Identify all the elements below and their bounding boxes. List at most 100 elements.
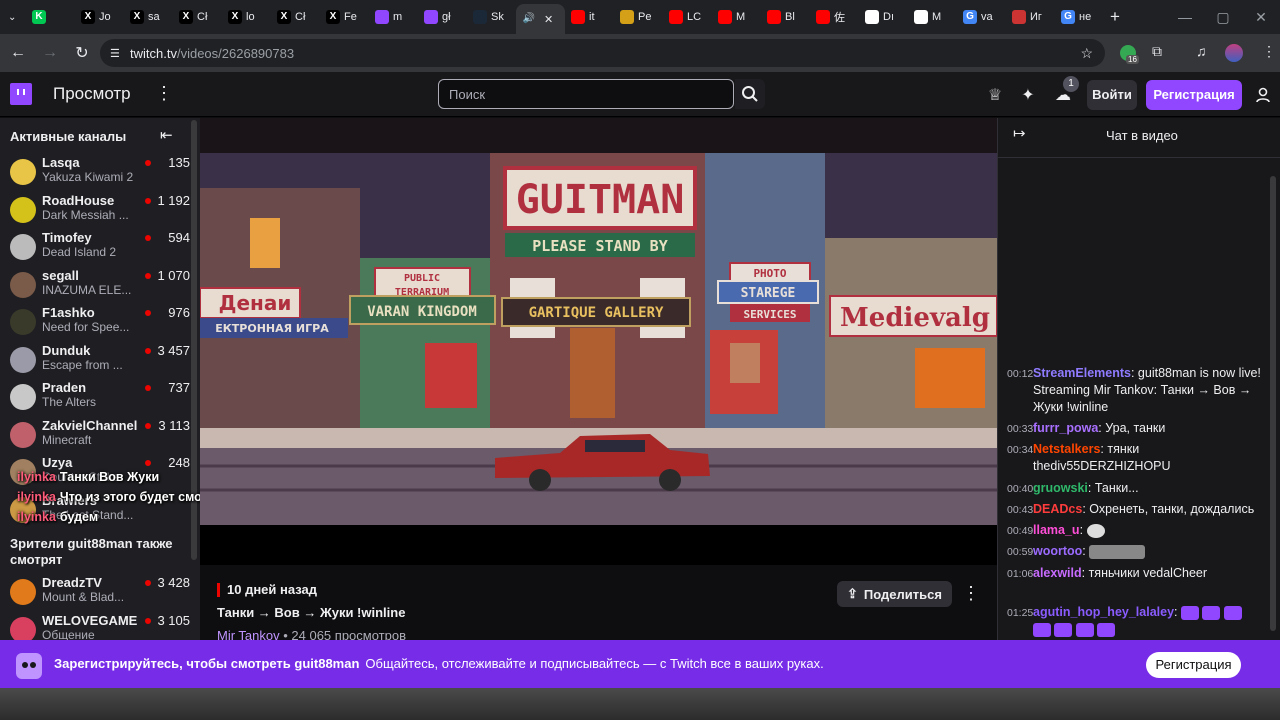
browser-tab[interactable]: X Cł: [173, 4, 222, 30]
chat-username[interactable]: StreamElements: [1033, 366, 1131, 380]
search-button[interactable]: [735, 79, 765, 109]
browser-tab[interactable]: X Jo: [75, 4, 124, 30]
video-player[interactable]: GUITMAN PLEASE STAND BY PUBLIC TERRARIUM…: [200, 118, 997, 565]
twitch-logo-icon[interactable]: [10, 83, 32, 105]
video-more-icon[interactable]: ⋮: [962, 583, 980, 604]
browser-tab[interactable]: LC: [663, 4, 712, 30]
profile-avatar[interactable]: [1225, 44, 1243, 62]
twitch-top-nav: Просмотр ⋮ Поиск ♕ ✦ ☁ 1 Войти Регистрац…: [0, 72, 1280, 117]
channel-avatar: [10, 196, 36, 223]
browser-tab[interactable]: 🔊 ✕: [516, 4, 565, 34]
expand-chat-icon[interactable]: ↦: [1013, 124, 1026, 142]
new-tab-button[interactable]: +: [1110, 7, 1120, 27]
sidebar-channel[interactable]: segall INAZUMA ELE... 1 070: [0, 268, 190, 305]
chat-username[interactable]: alexwild: [1033, 566, 1082, 580]
maximize-window-button[interactable]: ▢: [1204, 0, 1242, 34]
browser-tab[interactable]: X Fe: [320, 4, 369, 30]
browser-tab[interactable]: K: [26, 4, 75, 30]
overlay-chat-nick: ilyinka: [17, 490, 56, 504]
browser-tab[interactable]: M: [712, 4, 761, 30]
browser-tab[interactable]: Xlo: [222, 4, 271, 30]
register-button[interactable]: Регистрация: [1146, 80, 1242, 110]
channel-game: Escape from ...: [42, 357, 123, 372]
tab-label: lo: [246, 11, 255, 23]
tab-search-chevron-icon[interactable]: ⌄: [8, 12, 26, 23]
tab-label: M: [736, 11, 746, 23]
sidebar-channel[interactable]: Lasqa Yakuza Kiwami 2 135: [0, 155, 190, 192]
channel-avatar: [10, 616, 36, 640]
browser-tab[interactable]: 佐: [810, 4, 859, 30]
tab-favicon-icon: G: [1061, 10, 1075, 24]
sidebar-channel[interactable]: DreadzTV Mount & Blad... 3 428: [0, 575, 190, 612]
chat-timestamp: 00:12: [1007, 368, 1034, 380]
browser-tab[interactable]: m: [369, 4, 418, 30]
sidebar-channel[interactable]: RoadHouse Dark Messiah ... 1 192: [0, 193, 190, 230]
browser-tab[interactable]: M: [908, 4, 957, 30]
tab-favicon-icon: [571, 10, 585, 24]
browser-tab[interactable]: gł: [418, 4, 467, 30]
channel-avatar: [10, 309, 36, 335]
browser-tab[interactable]: Иг: [1006, 4, 1055, 30]
chat-username[interactable]: Netstalkers: [1033, 442, 1100, 456]
extensions-puzzle-icon[interactable]: ⧉: [1152, 43, 1162, 60]
browser-tab[interactable]: Sk: [467, 4, 516, 30]
tab-favicon-icon: [473, 10, 487, 24]
user-menu-icon[interactable]: [1252, 84, 1274, 106]
browse-link[interactable]: Просмотр: [53, 84, 131, 104]
chat-username[interactable]: llama_u: [1033, 523, 1080, 537]
site-info-icon[interactable]: ☰: [110, 47, 120, 60]
browser-menu-icon[interactable]: ⋮: [1262, 43, 1276, 60]
reload-button[interactable]: ↻: [68, 39, 96, 67]
live-dot-icon: [145, 310, 151, 316]
chat-message: 00:34 Netstalkers: тянки thediv55DERZHIZH…: [1007, 441, 1262, 473]
forward-button[interactable]: →: [36, 39, 64, 67]
chat-username[interactable]: furrr_powa: [1033, 421, 1098, 435]
chat-scrollbar[interactable]: [1270, 176, 1276, 631]
login-button[interactable]: Войти: [1087, 80, 1137, 110]
chat-username[interactable]: agutin_hop_hey_lalaley: [1033, 605, 1174, 619]
channel-game: INAZUMA ELE...: [42, 282, 132, 297]
sidebar-channel[interactable]: F1ashko Need for Spee... 976: [0, 305, 190, 342]
chat-username[interactable]: woortoo: [1033, 544, 1082, 558]
close-window-button[interactable]: ✕: [1242, 0, 1280, 34]
tab-label: Bl: [785, 11, 795, 23]
prime-crown-icon[interactable]: ♕: [984, 84, 1006, 106]
sidebar-channel[interactable]: Timofey Dead Island 2 594: [0, 230, 190, 267]
browser-tab[interactable]: Dı: [859, 4, 908, 30]
close-tab-icon[interactable]: ✕: [544, 13, 553, 26]
sidebar-channel[interactable]: ZakvielChannel Minecraft 3 113: [0, 418, 190, 455]
more-menu-icon[interactable]: ⋮: [155, 83, 173, 104]
browser-tab[interactable]: Gva: [957, 4, 1006, 30]
browser-tab[interactable]: Pe: [614, 4, 663, 30]
viewer-count: 1 192: [157, 192, 190, 208]
tab-label: gł: [442, 11, 451, 23]
browser-tab[interactable]: it: [565, 4, 614, 30]
browser-tab[interactable]: Bl: [761, 4, 810, 30]
bookmark-star-icon[interactable]: ☆: [1080, 45, 1093, 62]
back-button[interactable]: ←: [4, 39, 32, 67]
browser-tab[interactable]: X Cł: [271, 4, 320, 30]
sidebar-channel[interactable]: Dunduk Escape from ... 3 457: [0, 343, 190, 380]
chat-timestamp: 00:49: [1007, 525, 1034, 537]
channel-name: segall: [42, 267, 79, 283]
banner-register-button[interactable]: Регистрация: [1146, 652, 1241, 678]
tab-favicon-icon: 🔊: [522, 12, 536, 26]
browser-tab[interactable]: Xsa: [124, 4, 173, 30]
turbo-icon[interactable]: ✦: [1017, 84, 1039, 106]
address-bar[interactable]: ☰ twitch.tv/videos/2626890783 ☆: [100, 39, 1105, 67]
browser-tab[interactable]: Gне: [1055, 4, 1104, 30]
viewer-count: 594: [168, 230, 190, 245]
chat-username[interactable]: DEADcs: [1033, 502, 1082, 516]
minimize-window-button[interactable]: —: [1166, 0, 1204, 34]
viewer-count: 1 070: [157, 267, 190, 283]
sidebar-channel[interactable]: WELOVEGAMES Общение 3 105: [0, 612, 190, 640]
share-button[interactable]: ⇪ Поделиться: [837, 581, 952, 607]
search-input[interactable]: Поиск: [438, 79, 734, 109]
channel-name: WELOVEGAMES: [42, 612, 137, 628]
overlay-chat-text: Танки Вов Жуки: [59, 470, 160, 484]
sidebar-channel[interactable]: Praden The Alters 737: [0, 380, 190, 417]
chat-username[interactable]: gruowski: [1033, 481, 1088, 495]
collapse-sidebar-icon[interactable]: ⇤: [160, 126, 173, 144]
channel-name: Praden: [42, 380, 87, 395]
media-control-icon[interactable]: ♫: [1196, 43, 1207, 59]
